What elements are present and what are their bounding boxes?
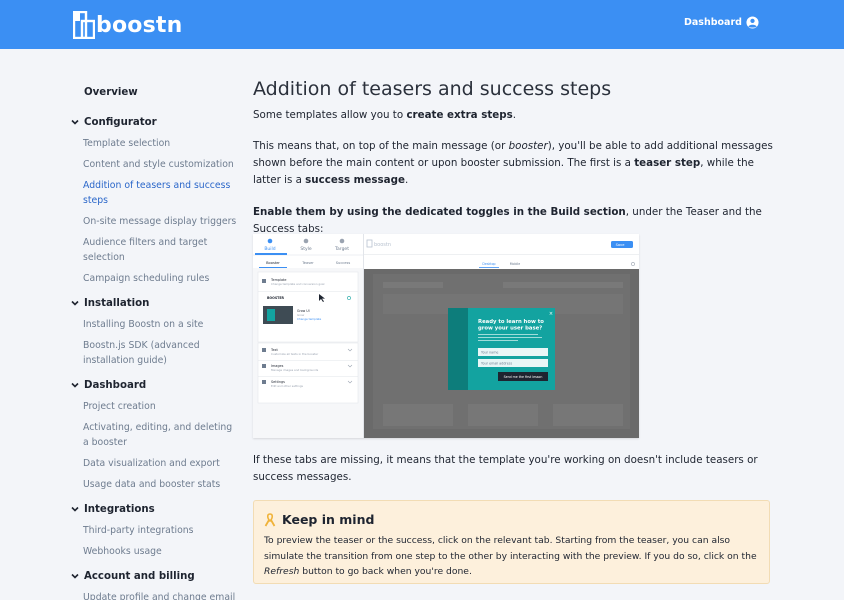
toggles-paragraph: Enable them by using the dedicated toggl… xyxy=(253,206,762,235)
sidebar-item-installing[interactable]: Installing Boostn on a site xyxy=(70,317,240,332)
sidebar-section-label: Installation xyxy=(84,297,150,309)
sidebar-item-display-triggers[interactable]: On-site message display triggers xyxy=(70,214,240,229)
sidebar-item-usage-data[interactable]: Usage data and booster stats xyxy=(70,477,240,492)
builder-subtab-success: Success xyxy=(336,261,351,265)
ribbon-icon xyxy=(264,512,276,526)
builder-row-images-sub: Manage images and backgrounds xyxy=(271,368,319,372)
sidebar-section-label: Integrations xyxy=(84,503,155,515)
popup-email-field: Your email address xyxy=(481,362,512,366)
chevron-down-icon xyxy=(71,573,79,579)
sidebar-overview[interactable]: Overview xyxy=(70,84,240,100)
sidebar-item-data-viz[interactable]: Data visualization and export xyxy=(70,456,240,471)
brand-name: boostn xyxy=(96,12,183,38)
sidebar-item-update-profile[interactable]: Update profile and change email xyxy=(70,590,240,600)
builder-brand: boostn xyxy=(374,242,391,248)
keep-in-mind-callout: Keep in mind To preview the teaser or th… xyxy=(253,500,770,584)
sidebar-section-dashboard[interactable]: Dashboard xyxy=(70,377,240,393)
sidebar-section-integrations[interactable]: Integrations xyxy=(70,501,240,517)
builder-tab-target: Target xyxy=(334,246,349,252)
builder-card-link: Change template xyxy=(297,317,322,321)
sidebar-item-teasers-success[interactable]: Addition of teasers and success steps xyxy=(70,178,240,208)
sidebar-item-webhooks[interactable]: Webhooks usage xyxy=(70,544,240,559)
callout-title-text: Keep in mind xyxy=(282,512,375,527)
intro-paragraph: Some templates allow you to create extra… xyxy=(253,109,517,121)
sidebar-section-label: Dashboard xyxy=(84,379,147,391)
sidebar-item-project-creation[interactable]: Project creation xyxy=(70,399,240,414)
popup-name-field: Your name xyxy=(481,351,498,355)
article: Addition of teasers and success steps So… xyxy=(253,78,773,238)
explanation-paragraph: This means that, on top of the main mess… xyxy=(253,140,773,186)
builder-screenshot: Build Style Target Booster Teaser Succes… xyxy=(253,234,639,438)
nav-dashboard-link[interactable]: Dashboard xyxy=(684,17,742,28)
sidebar-item-content-style[interactable]: Content and style customization xyxy=(70,157,240,172)
sidebar-item-third-party[interactable]: Third-party integrations xyxy=(70,523,240,538)
chevron-down-icon xyxy=(71,382,79,388)
brand-logo[interactable]: boostn xyxy=(73,10,182,40)
page-title: Addition of teasers and success steps xyxy=(253,78,612,100)
top-bar: boostn Dashboard xyxy=(0,0,844,49)
popup-title-line: Ready to learn how to xyxy=(478,319,544,325)
popup-close-icon: × xyxy=(549,311,553,317)
builder-tab-style: Style xyxy=(300,246,312,252)
callout-title: Keep in mind xyxy=(264,511,760,528)
callout-body: To preview the teaser or the success, cl… xyxy=(264,535,757,577)
chevron-down-icon xyxy=(71,300,79,306)
sidebar-item-sdk[interactable]: Boostn.js SDK (advanced installation gui… xyxy=(70,338,240,368)
missing-tabs-paragraph: If these tabs are missing, it means that… xyxy=(253,454,758,483)
sidebar-item-activating[interactable]: Activating, editing, and deleting a boos… xyxy=(70,420,240,450)
docs-sidebar: Overview Configurator Template selection… xyxy=(70,84,240,600)
popup-cta-button: Send me the first lesson xyxy=(504,375,543,379)
sidebar-item-audience-filters[interactable]: Audience filters and target selection xyxy=(70,235,240,265)
builder-template-sub: Change template and conversion goal xyxy=(271,282,325,286)
builder-booster-label: BOOSTER xyxy=(267,296,284,300)
builder-row-settings-sub: Edit and other settings xyxy=(271,384,303,388)
user-avatar-icon[interactable] xyxy=(746,16,759,29)
sidebar-item-scheduling[interactable]: Campaign scheduling rules xyxy=(70,271,240,286)
sidebar-section-label: Configurator xyxy=(84,116,157,128)
builder-save-button: Save xyxy=(616,243,626,247)
chevron-down-icon xyxy=(71,119,79,125)
sidebar-section-installation[interactable]: Installation xyxy=(70,295,240,311)
chevron-down-icon xyxy=(71,506,79,512)
builder-view-mobile: Mobile xyxy=(510,262,520,266)
popup-title-line: grow your user base? xyxy=(478,326,542,332)
sidebar-section-label: Account and billing xyxy=(84,570,195,582)
sidebar-section-configurator[interactable]: Configurator xyxy=(70,114,240,130)
sidebar-item-template-selection[interactable]: Template selection xyxy=(70,136,240,151)
builder-view-desktop: Desktop xyxy=(482,262,495,266)
builder-tab-build: Build xyxy=(264,246,275,252)
builder-subtab-booster: Booster xyxy=(266,261,280,265)
builder-row-text-sub: Customize all texts in the booster xyxy=(271,352,319,356)
boostn-logo-icon xyxy=(73,11,95,39)
sidebar-section-account[interactable]: Account and billing xyxy=(70,568,240,584)
builder-subtab-teaser: Teaser xyxy=(301,261,314,265)
